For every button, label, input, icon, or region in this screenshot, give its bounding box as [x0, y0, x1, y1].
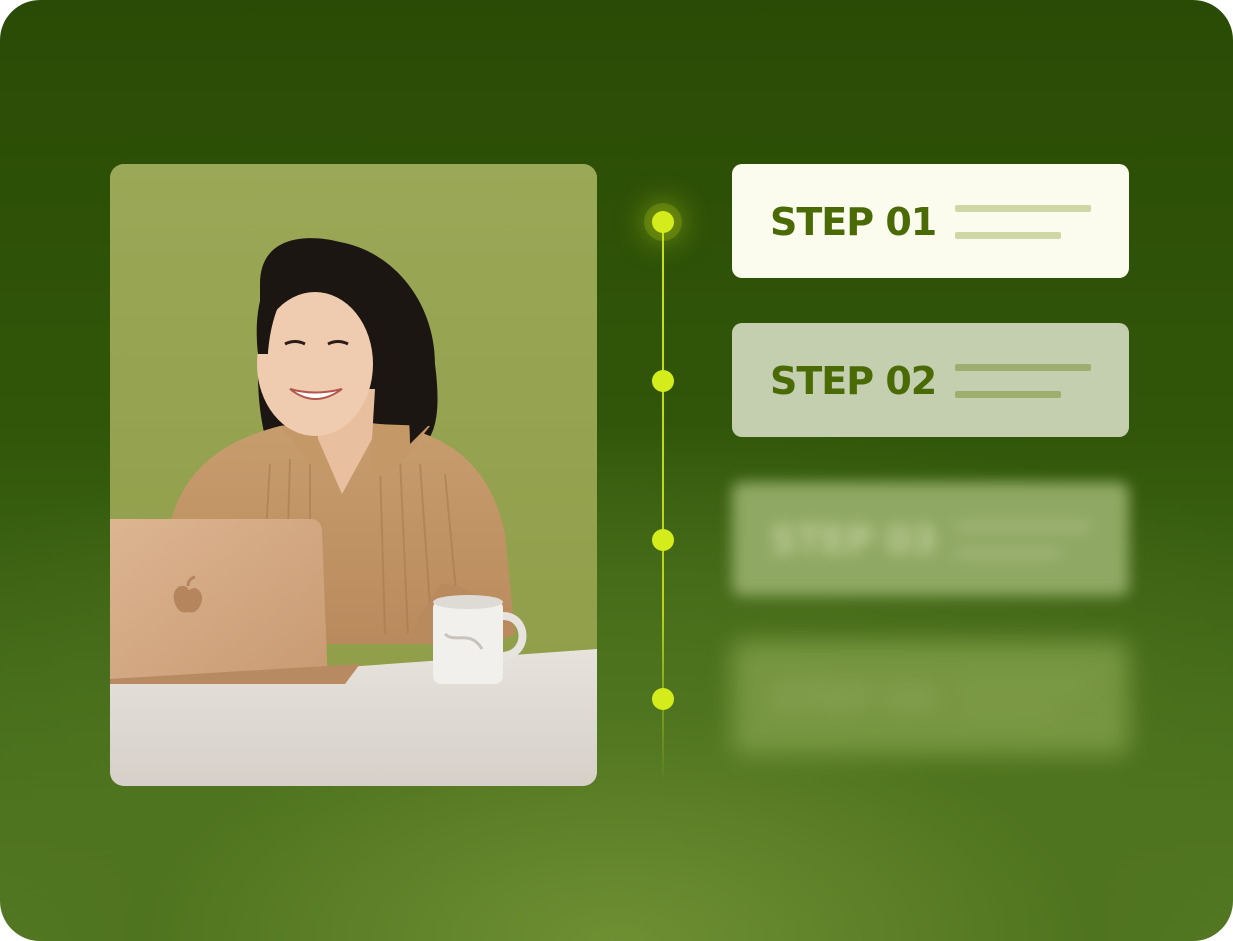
step-label: STEP 01: [770, 200, 937, 244]
step-label: STEP 04: [770, 677, 937, 721]
text-placeholder-line: [955, 550, 1061, 557]
timeline-dot-2: [652, 370, 674, 392]
person-photo-illustration: [110, 164, 597, 786]
step-label: STEP 03: [770, 518, 937, 562]
step-label: STEP 02: [770, 359, 937, 403]
text-placeholder-line: [955, 523, 1091, 530]
timeline-dot-1: [652, 211, 674, 233]
step-card-2[interactable]: STEP 02: [732, 323, 1129, 437]
photo-card: [110, 164, 597, 786]
timeline-dot-4: [652, 688, 674, 710]
text-placeholder-line: [955, 232, 1061, 239]
text-placeholder-line: [955, 364, 1091, 371]
timeline-dot-3: [652, 529, 674, 551]
text-placeholder-line: [955, 709, 1061, 716]
text-placeholder-line: [955, 682, 1091, 689]
text-placeholder-line: [955, 205, 1091, 212]
step-card-4[interactable]: STEP 04: [732, 641, 1129, 755]
step-card-1[interactable]: STEP 01: [732, 164, 1129, 278]
hero-frame: STEP 01 STEP 02 STEP 03 STEP 04: [0, 0, 1233, 941]
text-placeholder-line: [955, 391, 1061, 398]
step-card-3[interactable]: STEP 03: [732, 482, 1129, 596]
